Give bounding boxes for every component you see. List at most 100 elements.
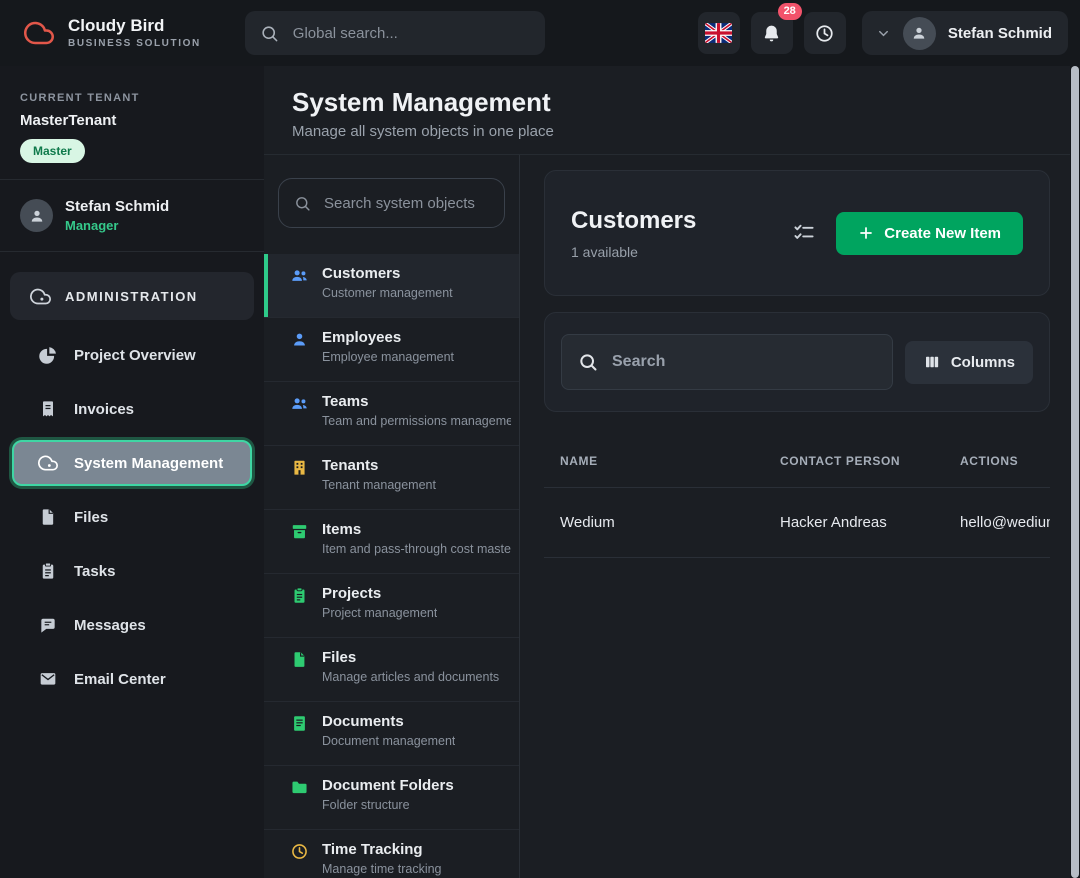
page-header: System Management Manage all system obje…	[264, 66, 1080, 155]
notifications-button[interactable]: 28	[751, 12, 793, 54]
sidebar-item-label: Messages	[74, 617, 146, 634]
clock-icon	[290, 842, 309, 878]
columns-button-label: Columns	[951, 354, 1015, 371]
header-user-name: Stefan Schmid	[948, 25, 1052, 42]
current-tenant-label: CURRENT TENANT	[20, 92, 244, 104]
object-item-employees[interactable]: EmployeesEmployee management	[264, 318, 519, 382]
file-icon	[290, 650, 309, 701]
system-objects-panel: Customers Customer management EmployeesEmp…	[264, 155, 520, 878]
objects-search-input[interactable]	[322, 194, 489, 213]
main-area: System Management Manage all system obje…	[264, 66, 1080, 878]
object-item-subtitle: Manage time tracking	[322, 862, 442, 876]
checklist-button[interactable]	[792, 221, 816, 245]
global-search-input[interactable]	[291, 24, 530, 43]
sidebar-item-label: System Management	[74, 455, 223, 472]
object-item-title: Time Tracking	[322, 841, 442, 858]
object-item-items[interactable]: ItemsItem and pass-through cost master	[264, 510, 519, 574]
tenant-name: MasterTenant	[20, 112, 244, 129]
folder-icon	[290, 778, 309, 829]
data-table: NAMECONTACT PERSONACTIONS WediumHacker A…	[544, 434, 1050, 558]
sidebar-item-files[interactable]: Files	[12, 494, 252, 540]
building-icon	[290, 458, 309, 509]
scrollbar-thumb[interactable]	[1071, 66, 1079, 878]
global-search[interactable]	[245, 11, 545, 55]
people-icon	[290, 394, 309, 445]
cell-name: Wedium	[560, 514, 780, 531]
archive-icon	[290, 522, 309, 573]
clock-icon	[814, 23, 835, 44]
detail-header-text: Customers 1 available	[571, 207, 696, 260]
object-item-documents[interactable]: DocumentsDocument management	[264, 702, 519, 766]
object-item-files[interactable]: FilesManage articles and documents	[264, 638, 519, 702]
invoice-icon	[38, 399, 58, 419]
vertical-scrollbar[interactable]	[1070, 66, 1080, 878]
uk-flag-icon	[705, 23, 732, 43]
administration-label: ADMINISTRATION	[65, 289, 198, 304]
object-item-subtitle: Folder structure	[322, 798, 454, 812]
search-icon	[578, 352, 598, 372]
table-search-input[interactable]	[610, 352, 876, 372]
sidebar-user-role: Manager	[65, 218, 169, 233]
clipboard-icon	[38, 561, 58, 581]
object-item-title: Teams	[322, 393, 511, 410]
detail-header-card: Customers 1 available Create New Item	[544, 170, 1050, 296]
object-item-teams[interactable]: TeamsTeam and permissions management	[264, 382, 519, 446]
object-item-title: Projects	[322, 585, 437, 602]
object-item-subtitle: Manage articles and documents	[322, 670, 499, 684]
chevron-down-icon	[876, 26, 891, 41]
object-list: Customers Customer management EmployeesEmp…	[264, 254, 519, 878]
table-toolbar-card: Columns	[544, 312, 1050, 412]
column-header-name: NAME	[560, 454, 780, 468]
object-item-tenants[interactable]: TenantsTenant management	[264, 446, 519, 510]
brand-text: Cloudy Bird BUSINESS SOLUTION	[68, 17, 201, 49]
column-header-contact-person: CONTACT PERSON	[780, 454, 960, 468]
sidebar-item-email-center[interactable]: Email Center	[12, 656, 252, 702]
person-icon	[28, 207, 46, 225]
brand-subtitle: BUSINESS SOLUTION	[68, 38, 201, 49]
sidebar-item-messages[interactable]: Messages	[12, 602, 252, 648]
sidebar-user: Stefan Schmid Manager	[0, 180, 264, 251]
sidebar-item-label: Tasks	[74, 563, 115, 580]
brand: Cloudy Bird BUSINESS SOLUTION	[20, 17, 201, 49]
columns-icon	[923, 353, 941, 371]
object-item-title: Documents	[322, 713, 455, 730]
object-item-time-tracking[interactable]: Time Tracking Manage time tracking	[264, 830, 519, 878]
sidebar-item-label: Email Center	[74, 671, 166, 688]
sidebar-item-system-management[interactable]: System Management	[12, 440, 252, 486]
object-item-title: Document Folders	[322, 777, 454, 794]
sidebar-user-avatar	[20, 199, 53, 232]
bell-icon	[761, 23, 782, 44]
object-item-document-folders[interactable]: Document Folders Folder structure	[264, 766, 519, 830]
app-window: Cloudy Bird BUSINESS SOLUTION 28	[0, 0, 1080, 878]
brand-title: Cloudy Bird	[68, 17, 201, 35]
table-row[interactable]: WediumHacker Andreashello@wedium	[544, 488, 1050, 558]
columns-button[interactable]: Columns	[905, 341, 1033, 384]
object-item-subtitle: Customer management	[322, 286, 453, 300]
object-item-title: Customers	[322, 265, 453, 282]
object-item-projects[interactable]: ProjectsProject management	[264, 574, 519, 638]
sidebar-item-invoices[interactable]: Invoices	[12, 386, 252, 432]
time-tracking-button[interactable]	[804, 12, 846, 54]
object-item-subtitle: Employee management	[322, 350, 454, 364]
user-menu[interactable]: Stefan Schmid	[862, 11, 1068, 55]
tenant-badge: Master	[20, 139, 85, 163]
sidebar-nav: Project Overview Invoices System Managemen…	[0, 332, 264, 702]
sidebar: CURRENT TENANT MasterTenant Master Stefa…	[0, 66, 264, 878]
objects-search[interactable]	[278, 178, 505, 228]
create-new-item-button[interactable]: Create New Item	[836, 212, 1023, 255]
sidebar-item-label: Invoices	[74, 401, 134, 418]
divider	[0, 251, 264, 252]
administration-section[interactable]: ADMINISTRATION	[10, 272, 254, 320]
language-flag-button[interactable]	[698, 12, 740, 54]
sidebar-item-tasks[interactable]: Tasks	[12, 548, 252, 594]
sidebar-item-label: Files	[74, 509, 108, 526]
user-avatar	[903, 17, 936, 50]
email-icon	[38, 669, 58, 689]
object-item-customers[interactable]: Customers Customer management	[264, 254, 519, 318]
sidebar-item-project-overview[interactable]: Project Overview	[12, 332, 252, 378]
object-item-subtitle: Tenant management	[322, 478, 436, 492]
header-actions: 28 Stefan Schmid	[687, 11, 1068, 55]
object-item-title: Items	[322, 521, 511, 538]
notification-badge: 28	[778, 3, 802, 20]
table-search[interactable]	[561, 334, 893, 390]
